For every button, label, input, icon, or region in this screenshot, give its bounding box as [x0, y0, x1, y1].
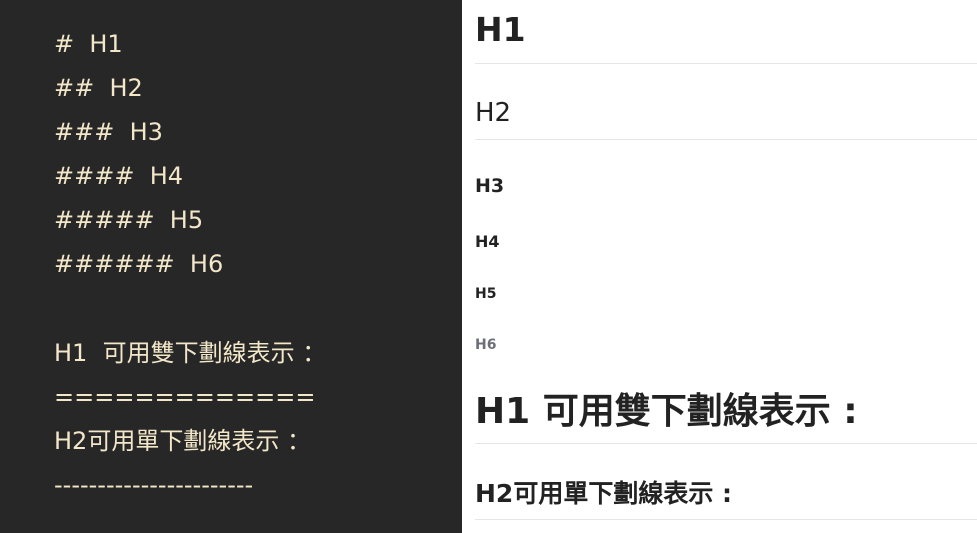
preview-heading-h1: H1	[475, 10, 526, 49]
preview-heading-h4: H4	[475, 232, 500, 251]
preview-h2-rule	[475, 139, 977, 140]
setext-h1-latin: H1	[475, 391, 531, 432]
preview-setext-h1-rule	[475, 443, 977, 444]
editor-line-h3[interactable]: ### H3	[54, 118, 163, 146]
editor-line-h1[interactable]: # H1	[54, 30, 123, 58]
preview-heading-h2: H2	[475, 98, 512, 128]
editor-line-h2[interactable]: ## H2	[54, 74, 143, 102]
editor-line-single-underline[interactable]: -----------------------	[54, 471, 253, 499]
preview-setext-h2-rule	[475, 519, 977, 520]
markdown-preview-pane: H1 H2 H3 H4 H5 H6 H1 可用雙下劃線表示 : H2可用單下劃線…	[462, 0, 977, 533]
editor-line-h5[interactable]: ##### H5	[54, 206, 203, 234]
preview-heading-h6: H6	[475, 337, 497, 353]
preview-heading-h5: H5	[475, 286, 497, 302]
editor-line-double-underline[interactable]: =============	[54, 383, 315, 411]
setext-h1-cjk: 可用雙下劃線表示 :	[530, 391, 858, 432]
preview-heading-h3: H3	[475, 175, 505, 197]
markdown-editor-pane[interactable]: # H1 ## H2 ### H3 #### H4 ##### H5 #####…	[0, 0, 462, 533]
editor-line-setext-h1-text[interactable]: H1 可用雙下劃線表示 ：	[54, 339, 326, 367]
setext-h2-cjk: 可用單下劃線表示 :	[513, 479, 733, 508]
editor-line-h6[interactable]: ###### H6	[54, 250, 223, 278]
editor-line-h4[interactable]: #### H4	[54, 162, 183, 190]
editor-line-setext-h2-text[interactable]: H2可用單下劃線表示 ：	[54, 427, 311, 455]
preview-h1-rule	[475, 63, 977, 64]
preview-setext-h2: H2可用單下劃線表示 :	[475, 476, 732, 512]
preview-setext-h1: H1 可用雙下劃線表示 :	[475, 388, 858, 436]
setext-h2-latin: H2	[475, 479, 514, 508]
